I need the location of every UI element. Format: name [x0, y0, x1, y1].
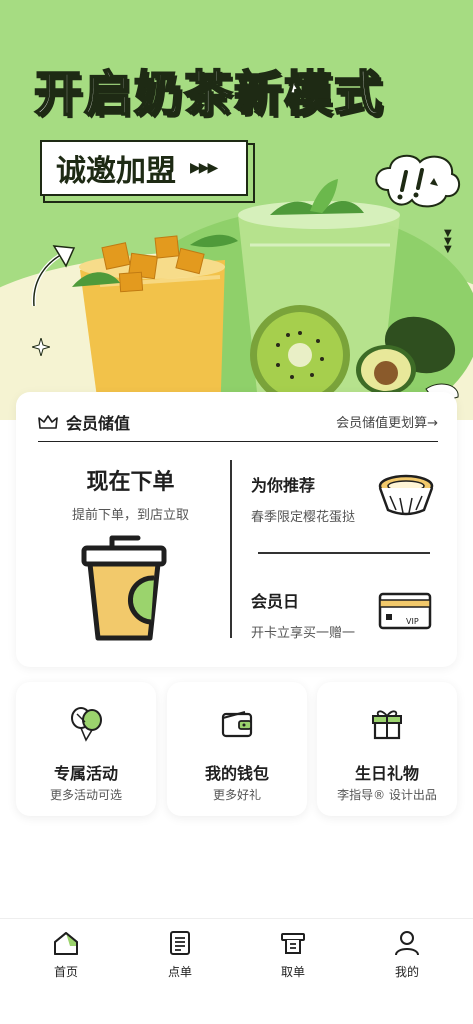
vip-label: VIP: [406, 617, 419, 626]
vertical-divider: [230, 460, 232, 638]
feature-card-wallet[interactable]: 我的钱包 更多好礼: [167, 682, 307, 816]
order-now-title: 现在下单: [86, 470, 175, 495]
home-icon: [54, 932, 78, 955]
member-title: 会员储值: [66, 413, 131, 433]
gift-icon: [372, 710, 402, 740]
order-now-subtitle: 提前下单，到店立取: [71, 508, 189, 523]
nav-label: 取单: [280, 965, 305, 979]
feature-card-activities[interactable]: 专属活动 更多活动可选: [16, 682, 156, 816]
nav-label: 我的: [394, 965, 419, 979]
crown-icon: [38, 414, 58, 429]
banner-headline: 开启奶茶新模式: [33, 65, 385, 123]
member-card-header[interactable]: 会员储值 会员储值更划算→: [38, 402, 438, 442]
pickup-icon: [281, 933, 305, 954]
feature-subtitle: 更多活动可选: [49, 788, 122, 802]
horizontal-divider: [258, 552, 430, 554]
nav-order[interactable]: 点单: [140, 929, 220, 989]
feature-title: 专属活动: [53, 764, 118, 783]
feature-card-birthday[interactable]: 生日礼物 李指导® 设计出品: [317, 682, 457, 816]
feature-title: 生日礼物: [354, 764, 419, 783]
balloon-icon: [71, 707, 102, 742]
member-card: 会员储值 会员储值更划算→ 现在下单 提前下单，到店立取 为你推荐 春季限定樱花…: [16, 392, 457, 667]
wallet-icon: [221, 711, 253, 738]
egg-tart-icon: [378, 474, 434, 516]
feature-subtitle: 更多好礼: [212, 788, 261, 802]
triple-arrow-icon: ▶▶▶: [190, 160, 218, 176]
profile-icon: [395, 931, 419, 956]
drink-cup-icon[interactable]: [78, 534, 170, 644]
nav-home[interactable]: 首页: [26, 929, 106, 989]
sparkle-icon: [32, 338, 50, 356]
vip-card-icon: VIP: [378, 592, 432, 630]
bottom-navigation: 首页 点单 取单 我的: [0, 918, 473, 1024]
member-more-link[interactable]: 会员储值更划算→: [336, 412, 438, 431]
nav-pickup[interactable]: 取单: [253, 929, 333, 989]
feature-title: 我的钱包: [204, 764, 269, 783]
order-now-section[interactable]: 现在下单 提前下单，到店立取: [38, 464, 223, 523]
order-icon: [170, 931, 190, 955]
hero-banner[interactable]: 开启奶茶新模式 诚邀加盟 ▶▶▶ ▼ ▼ ▼: [0, 0, 473, 420]
nav-label: 首页: [53, 965, 78, 979]
nav-label: 点单: [167, 965, 192, 979]
drinks-illustration: [72, 179, 459, 420]
nav-profile[interactable]: 我的: [367, 929, 447, 989]
feature-subtitle: 李指导® 设计出品: [337, 788, 437, 802]
